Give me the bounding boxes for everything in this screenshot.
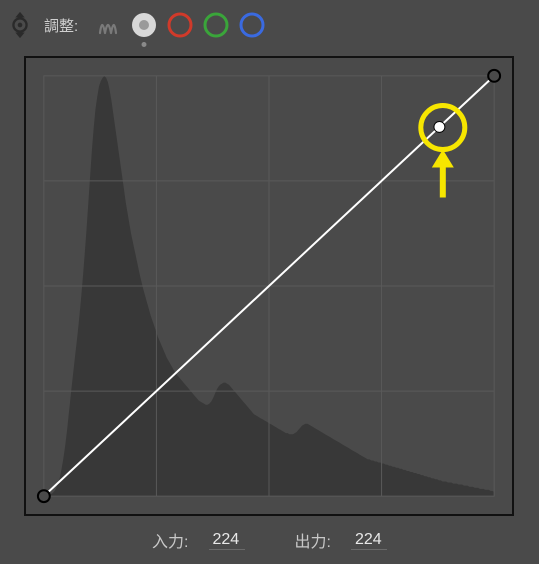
channel-combined[interactable] bbox=[130, 11, 158, 39]
channel-green[interactable] bbox=[202, 11, 230, 39]
output-value[interactable]: 224 bbox=[351, 531, 387, 550]
channel-blue[interactable] bbox=[238, 11, 266, 39]
adjust-label: 調整: bbox=[44, 15, 78, 36]
channel-selector bbox=[94, 11, 266, 39]
stepper-control[interactable] bbox=[10, 10, 30, 40]
readout-row: 入力: 224 出力: 224 bbox=[0, 516, 539, 552]
channel-red[interactable] bbox=[166, 11, 194, 39]
active-channel-indicator bbox=[142, 42, 147, 47]
input-value[interactable]: 224 bbox=[209, 531, 245, 550]
input-label: 入力: bbox=[152, 528, 188, 552]
channel-auto-icon[interactable] bbox=[94, 11, 122, 39]
output-label: 出力: bbox=[295, 528, 331, 552]
curves-panel[interactable] bbox=[24, 56, 514, 516]
curves-canvas[interactable] bbox=[26, 58, 512, 514]
toolbar: 調整: bbox=[0, 0, 539, 46]
